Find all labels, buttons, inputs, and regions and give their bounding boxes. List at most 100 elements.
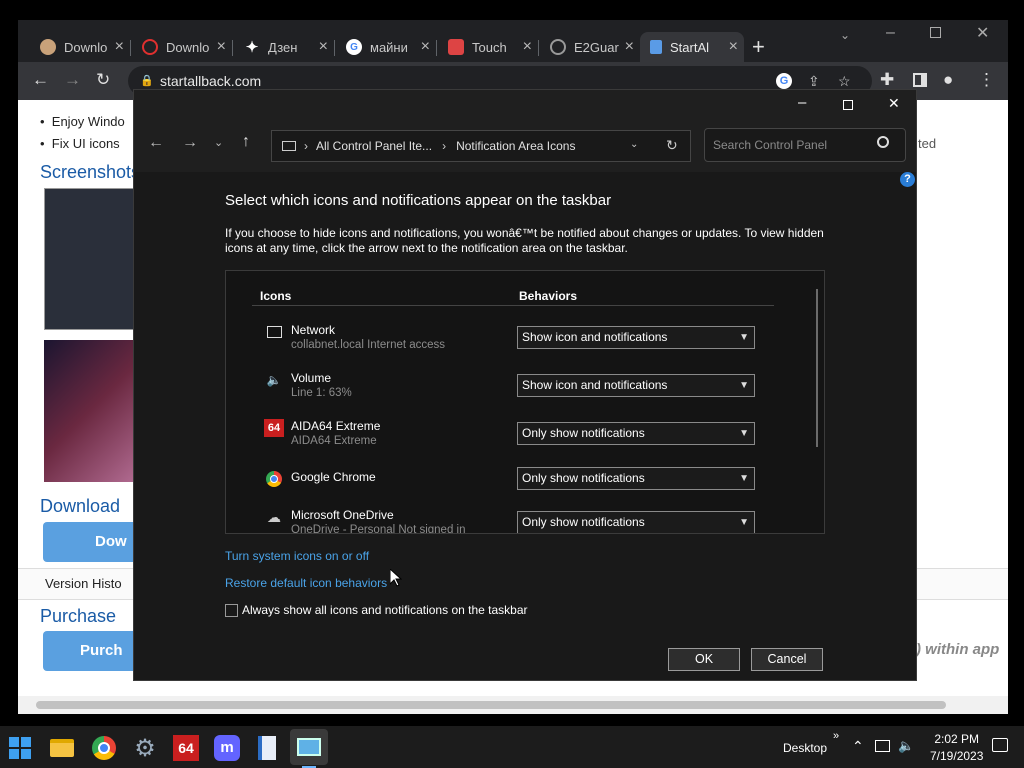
bullet-2: • Fix UI icons xyxy=(40,136,120,151)
control-panel-taskbar-icon[interactable] xyxy=(290,729,328,765)
chrome-taskbar-icon[interactable] xyxy=(88,732,120,764)
close-icon[interactable]: ✕ xyxy=(888,95,900,112)
refresh-icon[interactable]: ↻ xyxy=(666,137,678,154)
extensions-icon[interactable]: ✚ xyxy=(880,70,894,90)
breadcrumb-notification-area[interactable]: Notification Area Icons xyxy=(456,139,575,153)
maximize-icon[interactable] xyxy=(930,27,941,38)
screenshots-heading: Screenshots xyxy=(40,162,141,182)
menu-kebab-icon[interactable]: ⋮ xyxy=(978,70,995,90)
purchase-button[interactable]: Purch xyxy=(43,631,143,671)
clock[interactable]: 2:02 PM 7/19/2023 xyxy=(930,732,983,763)
behavior-value: Show icon and notifications xyxy=(522,330,668,344)
recent-locations-chevron-icon[interactable]: ⌄ xyxy=(214,136,223,149)
file-explorer-icon[interactable] xyxy=(46,732,78,764)
close-tab-icon[interactable]: × xyxy=(319,38,328,56)
search-placeholder: Search Control Panel xyxy=(713,138,828,152)
dialog-titlebar: – ✕ xyxy=(134,90,916,122)
tab-3[interactable]: ✦ Дзен × xyxy=(234,32,334,62)
row-name-network: Network xyxy=(291,323,336,337)
toolbar-expand-chevron-icon[interactable]: » xyxy=(833,730,839,742)
description-text: If you choose to hide icons and notifica… xyxy=(225,226,824,255)
turn-system-icons-link[interactable]: Turn system icons on or off xyxy=(225,549,369,563)
side-panel-icon[interactable] xyxy=(913,73,927,87)
restore-default-behaviors-link[interactable]: Restore default icon behaviors xyxy=(225,576,387,590)
globe-favicon-icon xyxy=(550,39,566,55)
tab-title: E2Guar xyxy=(574,39,619,55)
aida64-taskbar-icon[interactable]: 64 xyxy=(170,732,202,764)
behavior-select-network[interactable]: Show icon and notifications ▼ xyxy=(517,326,755,349)
show-hidden-icons-caret-icon[interactable]: ⌃ xyxy=(852,738,864,755)
behavior-select-volume[interactable]: Show icon and notifications ▼ xyxy=(517,374,755,397)
close-tab-icon[interactable]: × xyxy=(729,38,738,56)
network-tray-icon[interactable] xyxy=(875,740,890,752)
cancel-button[interactable]: Cancel xyxy=(751,648,823,671)
maximize-icon[interactable] xyxy=(843,100,853,110)
close-window-icon[interactable]: ✕ xyxy=(976,23,989,43)
always-show-checkbox[interactable] xyxy=(225,603,238,617)
close-tab-icon[interactable]: × xyxy=(217,38,226,56)
scrollbar-thumb[interactable] xyxy=(36,701,946,709)
minimize-icon[interactable]: – xyxy=(798,94,806,111)
dialog-navbar: ← → ⌄ ↑ › All Control Panel Ite... › Not… xyxy=(134,122,916,172)
startallback-taskbar-icon[interactable] xyxy=(251,732,283,764)
tab-2[interactable]: Downlo × xyxy=(132,32,232,62)
volume-icon: 🔈 xyxy=(266,373,282,387)
behavior-select-onedrive[interactable]: Only show notifications ▼ xyxy=(517,511,755,533)
chevron-down-icon: ▼ xyxy=(739,332,749,343)
close-tab-icon[interactable]: × xyxy=(421,38,430,56)
tab-7-active[interactable]: StartAl × xyxy=(640,32,744,62)
back-icon[interactable]: ← xyxy=(32,70,49,90)
horizontal-scrollbar[interactable] xyxy=(18,696,1008,714)
settings-gear-icon[interactable]: ⚙ xyxy=(129,732,161,764)
forward-arrow-icon[interactable]: → xyxy=(182,134,198,152)
minimize-icon[interactable]: – xyxy=(886,24,895,42)
close-tab-icon[interactable]: × xyxy=(115,38,124,56)
tab-search-icon[interactable]: ⌄ xyxy=(840,28,850,42)
close-tab-icon[interactable]: × xyxy=(625,38,634,56)
chevron-down-icon: ▼ xyxy=(739,380,749,391)
chrome-icon xyxy=(264,470,284,488)
checkbox-label: Always show all icons and notifications … xyxy=(242,603,528,617)
behavior-select-aida64[interactable]: Only show notifications ▼ xyxy=(517,422,755,445)
reload-icon[interactable]: ↻ xyxy=(96,70,110,90)
version-history-link[interactable]: Version Histo xyxy=(45,576,122,591)
tab-4[interactable]: G майни × xyxy=(336,32,436,62)
tab-1[interactable]: Downlo × xyxy=(30,32,130,62)
google-lens-icon[interactable]: G xyxy=(776,73,792,89)
screenshot-thumb-2[interactable] xyxy=(44,340,134,482)
forward-icon[interactable]: → xyxy=(64,70,81,90)
list-scrollbar[interactable] xyxy=(816,289,818,447)
desktop-toolbar-label[interactable]: Desktop xyxy=(783,741,827,755)
always-show-checkbox-row[interactable]: Always show all icons and notifications … xyxy=(225,603,528,617)
address-breadcrumb[interactable]: › All Control Panel Ite... › Notificatio… xyxy=(271,130,691,162)
new-tab-icon[interactable]: + xyxy=(752,34,765,60)
tab-5[interactable]: Touch × xyxy=(438,32,538,62)
volume-tray-icon[interactable]: 🔈 xyxy=(898,738,914,754)
column-header-behaviors: Behaviors xyxy=(519,289,578,303)
tab-6[interactable]: E2Guar × xyxy=(540,32,640,62)
ok-button[interactable]: OK xyxy=(668,648,740,671)
row-name-aida64: AIDA64 Extreme xyxy=(291,419,381,433)
row-sub-network: collabnet.local Internet access xyxy=(291,339,446,351)
row-sub-onedrive: OneDrive - Personal Not signed in xyxy=(291,524,466,534)
download-button[interactable]: Dow xyxy=(43,522,143,562)
italic-tail-text: ) within app xyxy=(916,641,1000,658)
mastodon-icon[interactable]: m xyxy=(211,732,243,764)
onedrive-icon: ☁ xyxy=(267,508,281,525)
notifications-icon[interactable] xyxy=(992,738,1008,752)
breadcrumb-all-control-panel[interactable]: All Control Panel Ite... xyxy=(316,139,432,153)
close-tab-icon[interactable]: × xyxy=(523,38,532,56)
chevron-down-icon: ▼ xyxy=(739,517,749,528)
screenshot-thumb-1[interactable] xyxy=(44,188,134,330)
back-arrow-icon[interactable]: ← xyxy=(148,134,164,152)
up-arrow-icon[interactable]: ↑ xyxy=(242,133,250,151)
start-windows-icon[interactable] xyxy=(4,732,36,764)
row-name-chrome: Google Chrome xyxy=(291,470,376,484)
profile-icon[interactable]: ● xyxy=(943,70,953,90)
search-control-panel-input[interactable]: Search Control Panel xyxy=(704,128,906,162)
windows-taskbar: ⚙ 64 m Desktop » ⌃ 🔈 2:02 PM 7/19/2023 xyxy=(0,726,1024,768)
address-dropdown-chevron-icon[interactable]: ⌄ xyxy=(630,139,638,150)
behavior-select-chrome[interactable]: Only show notifications ▼ xyxy=(517,467,755,490)
help-icon[interactable]: ? xyxy=(900,172,915,187)
search-icon[interactable] xyxy=(877,136,889,148)
